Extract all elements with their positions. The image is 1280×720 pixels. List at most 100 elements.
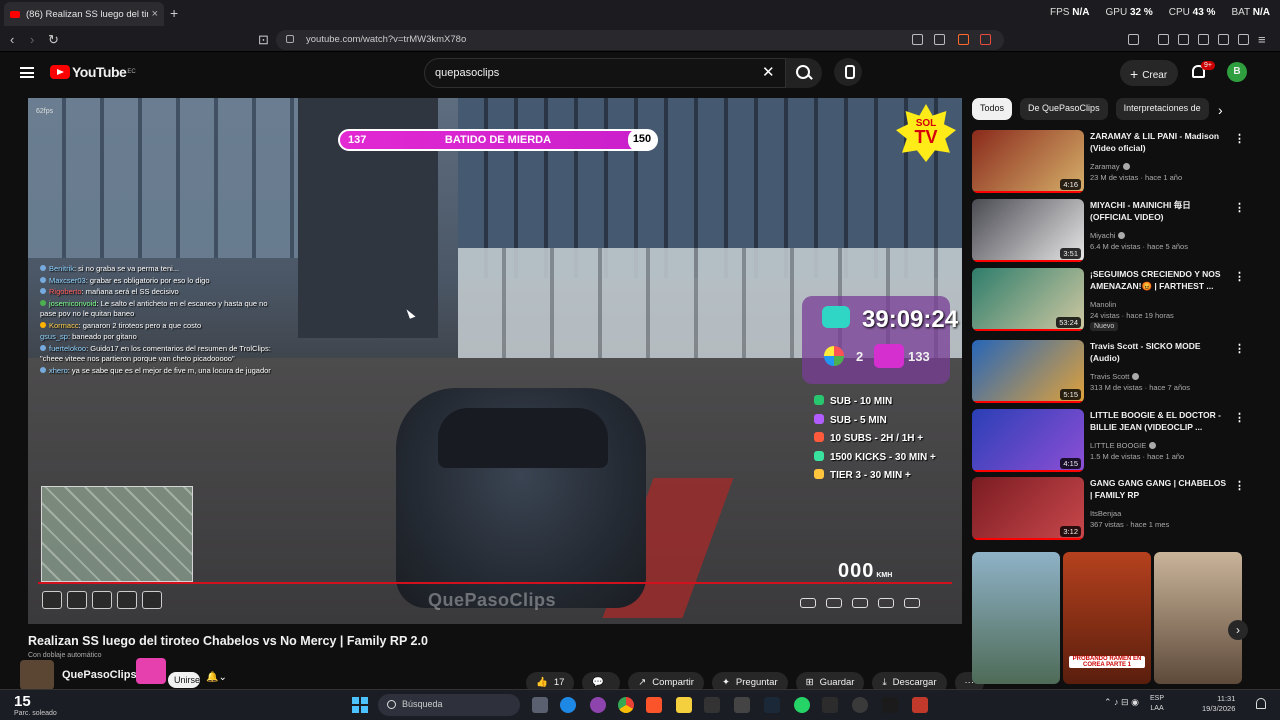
new-tab-button[interactable]: + bbox=[170, 5, 178, 21]
edge-icon[interactable] bbox=[560, 697, 576, 713]
leo-icon[interactable] bbox=[1218, 34, 1229, 45]
clear-search-icon[interactable]: ✕ bbox=[762, 63, 775, 81]
video-progress-bar[interactable] bbox=[38, 582, 952, 584]
notification-bell-dropdown-icon[interactable]: 🔔⌄ bbox=[206, 672, 227, 683]
recommendation-title[interactable]: ZARAMAY & LIL PANI - Madison (Video ofic… bbox=[1090, 131, 1228, 154]
recommendation-title[interactable]: Travis Scott - SICKO MODE (Audio) bbox=[1090, 341, 1228, 364]
taskbar-search[interactable]: Búsqueda bbox=[378, 694, 520, 716]
autoplay-toggle[interactable] bbox=[800, 598, 816, 608]
windows-start-icon[interactable] bbox=[352, 697, 368, 713]
more-options-icon[interactable]: ⋮ bbox=[1234, 411, 1245, 424]
youtube-logo[interactable]: YouTube EC bbox=[50, 64, 136, 80]
search-button[interactable] bbox=[786, 58, 822, 88]
whatsapp-icon[interactable] bbox=[794, 697, 810, 713]
forward-icon[interactable]: › bbox=[30, 32, 34, 47]
steam-icon[interactable] bbox=[764, 697, 780, 713]
reading-list-icon[interactable] bbox=[1178, 34, 1189, 45]
video-thumbnail[interactable]: 3:12 bbox=[972, 477, 1084, 540]
recommendation-item[interactable]: 3:51 MIYACHI - MAINICHI 毎日 (OFFICIAL VID… bbox=[972, 199, 1245, 263]
kick-timer-icon bbox=[822, 306, 850, 328]
video-thumbnail[interactable]: 4:15 bbox=[972, 409, 1084, 472]
hamburger-menu-icon[interactable] bbox=[20, 67, 34, 78]
language-indicator[interactable]: ESP LAA bbox=[1150, 694, 1164, 714]
brave-icon[interactable] bbox=[646, 697, 662, 713]
file-explorer-icon[interactable] bbox=[676, 697, 692, 713]
more-options-icon[interactable]: ⋮ bbox=[1234, 201, 1245, 214]
save-icon: ⊞ bbox=[805, 677, 814, 688]
channel-name[interactable]: QuePasoClips bbox=[62, 669, 137, 681]
short-thumbnail[interactable]: PROBANDO RAMEN EN COREA PARTE 1 bbox=[1063, 552, 1151, 684]
tab-close-icon[interactable]: × bbox=[152, 8, 158, 20]
brave-shield-icon[interactable] bbox=[958, 34, 969, 45]
app-icon[interactable] bbox=[590, 697, 606, 713]
more-options-icon[interactable]: ⋮ bbox=[1234, 270, 1245, 283]
auto-dub-label: Con doblaje automático bbox=[28, 652, 102, 659]
browser-tab[interactable]: (86) Realizan SS luego del tiroteo... × bbox=[4, 2, 164, 26]
short-thumbnail[interactable] bbox=[1154, 552, 1242, 684]
more-options-icon[interactable]: ⋮ bbox=[1234, 342, 1245, 355]
recommendation-item[interactable]: 4:15 LITTLE BOOGIE & EL DOCTOR - BILLIE … bbox=[972, 409, 1245, 473]
account-avatar[interactable]: B bbox=[1227, 62, 1247, 82]
cast-icon[interactable] bbox=[912, 34, 923, 45]
chrome-icon[interactable] bbox=[618, 697, 634, 713]
system-tray-icons[interactable]: ⌃ ♪ ⊟ ◉ bbox=[1104, 697, 1139, 708]
video-thumbnail[interactable]: 5:15 bbox=[972, 340, 1084, 403]
app-icon[interactable] bbox=[734, 697, 750, 713]
video-thumbnail[interactable]: 3:51 bbox=[972, 199, 1084, 262]
miniplayer-icon[interactable] bbox=[878, 598, 894, 608]
weather-widget[interactable]: 15 Parc. soleado bbox=[14, 693, 57, 717]
app-icon[interactable] bbox=[704, 697, 720, 713]
recommendation-title[interactable]: LITTLE BOOGIE & EL DOCTOR - BILLIE JEAN … bbox=[1090, 410, 1228, 433]
chips-next-icon[interactable]: › bbox=[1218, 102, 1223, 118]
app-icon[interactable] bbox=[912, 697, 928, 713]
subtitles-icon[interactable] bbox=[826, 598, 842, 608]
browser-menu-icon[interactable]: ≡ bbox=[1258, 32, 1266, 47]
join-badge[interactable] bbox=[136, 658, 166, 684]
taskbar-clock[interactable]: 11:31 19/3/2026 bbox=[1202, 694, 1235, 714]
chip-interpretations[interactable]: Interpretaciones de bbox=[1115, 98, 1209, 120]
create-button[interactable]: + Crear bbox=[1120, 60, 1178, 86]
rewards-icon[interactable] bbox=[980, 34, 991, 45]
channel-avatar[interactable] bbox=[20, 660, 54, 690]
search-input[interactable]: quepasoclips bbox=[424, 58, 786, 88]
app-icon[interactable] bbox=[882, 697, 898, 713]
bookmark-icon[interactable]: ⊡ bbox=[258, 32, 269, 48]
plus-icon: + bbox=[1130, 66, 1139, 82]
chip-from-channel[interactable]: De QuePasoClips bbox=[1020, 98, 1108, 120]
recommendation-item[interactable]: 53:24 ¡SEGUIMOS CRECIENDO Y NOS AMENAZAN… bbox=[972, 268, 1245, 332]
site-info-icon[interactable] bbox=[286, 35, 294, 43]
video-thumbnail[interactable]: 53:24 bbox=[972, 268, 1084, 331]
join-button[interactable]: Unirse bbox=[168, 672, 200, 688]
sidebar-icon[interactable] bbox=[1128, 34, 1139, 45]
video-player[interactable]: 62fps 137 BATIDO DE MIERDA 150 SOL TV Be… bbox=[28, 98, 962, 624]
vpn-icon[interactable] bbox=[1238, 34, 1249, 45]
recommendation-title[interactable]: GANG GANG GANG | CHABELOS | FAMILY RP bbox=[1090, 478, 1228, 501]
short-thumbnail[interactable] bbox=[972, 552, 1060, 684]
reload-icon[interactable]: ↻ bbox=[48, 32, 59, 48]
video-thumbnail[interactable]: 4:16 bbox=[972, 130, 1084, 193]
url-field[interactable]: youtube.com/watch?v=trMW3kmX78o bbox=[276, 30, 1004, 50]
verified-icon bbox=[1122, 163, 1130, 170]
shorts-shelf: PROBANDO RAMEN EN COREA PARTE 1 bbox=[972, 552, 1242, 684]
notification-center-icon[interactable] bbox=[1256, 698, 1266, 709]
music-icon[interactable] bbox=[1158, 34, 1169, 45]
recommendation-meta: 1.5 M de vistas · hace 1 año bbox=[1090, 452, 1185, 461]
share-icon[interactable] bbox=[934, 34, 945, 45]
app-icon[interactable] bbox=[822, 697, 838, 713]
shorts-next-icon[interactable]: › bbox=[1228, 620, 1248, 640]
recommendation-item[interactable]: 3:12 GANG GANG GANG | CHABELOS | FAMILY … bbox=[972, 477, 1245, 541]
recommendation-item[interactable]: 5:15 Travis Scott - SICKO MODE (Audio) T… bbox=[972, 340, 1245, 404]
more-options-icon[interactable]: ⋮ bbox=[1234, 132, 1245, 145]
more-options-icon[interactable]: ⋮ bbox=[1234, 479, 1245, 492]
settings-gear-icon[interactable] bbox=[852, 598, 868, 608]
fullscreen-icon[interactable] bbox=[904, 598, 920, 608]
back-icon[interactable]: ‹ bbox=[10, 32, 14, 47]
task-view-icon[interactable] bbox=[532, 697, 548, 713]
voice-search-button[interactable] bbox=[834, 58, 862, 86]
app-icon[interactable] bbox=[852, 697, 868, 713]
wallet-icon[interactable] bbox=[1198, 34, 1209, 45]
recommendation-item[interactable]: 4:16 ZARAMAY & LIL PANI - Madison (Video… bbox=[972, 130, 1245, 194]
recommendation-title[interactable]: ¡SEGUIMOS CRECIENDO Y NOS AMENAZAN!😡 | F… bbox=[1090, 269, 1228, 292]
recommendation-title[interactable]: MIYACHI - MAINICHI 毎日 (OFFICIAL VIDEO) bbox=[1090, 200, 1228, 223]
chip-all[interactable]: Todos bbox=[972, 98, 1013, 120]
